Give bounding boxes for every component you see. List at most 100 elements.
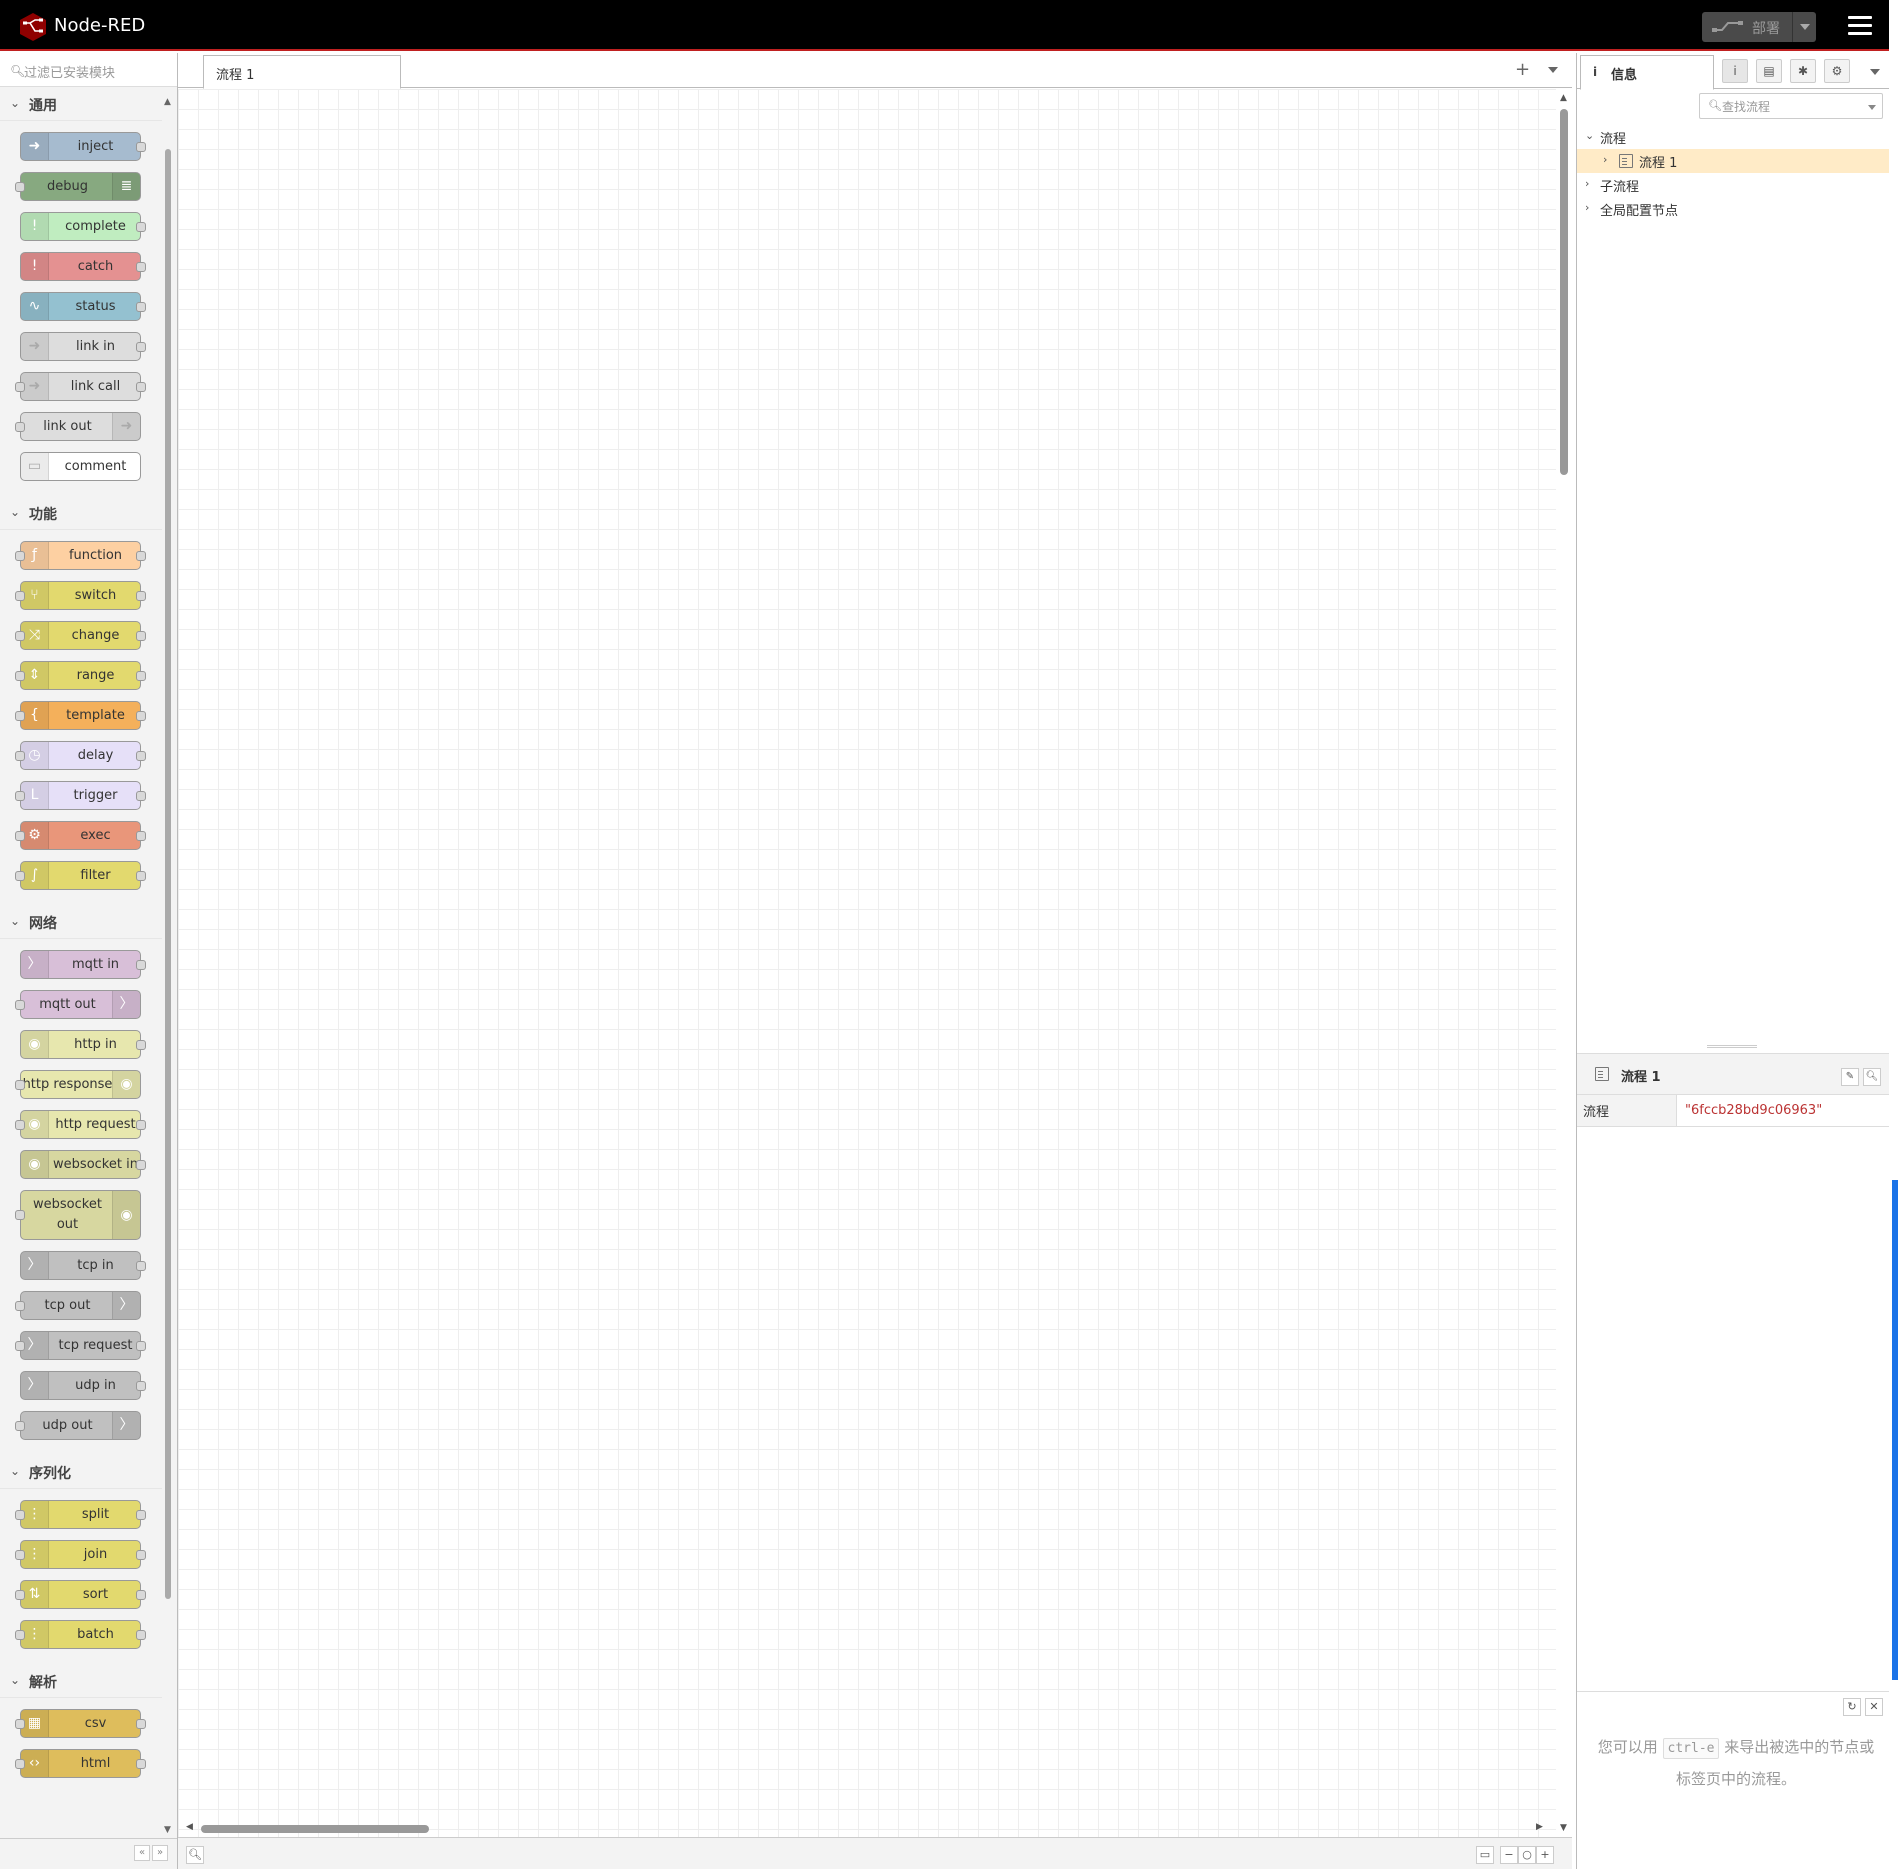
find-flows-input[interactable]: 🔍︎ 查找流程 (1699, 93, 1883, 119)
palette-node-csv[interactable]: ▦ csv (15, 1709, 146, 1738)
split-icon: ⋮ (21, 1501, 49, 1528)
palette-node-html[interactable]: ‹› html (15, 1749, 146, 1778)
output-port (136, 1119, 146, 1130)
palette-node-catch[interactable]: ! catch (20, 252, 146, 281)
palette-scrollbar[interactable]: ▲ ▼ (164, 97, 172, 1837)
palette-node-inject[interactable]: ➜ inject (20, 132, 146, 161)
chevron-down-icon: ⌄ (10, 96, 21, 110)
palette-node-split[interactable]: ⋮ split (15, 1500, 146, 1529)
palette-node-sort[interactable]: ⇅ sort (15, 1580, 146, 1609)
tab-flow-1[interactable]: 流程 1 (203, 55, 401, 89)
palette-node-tcp-out[interactable]: 〉 tcp out (15, 1291, 141, 1320)
close-icon[interactable]: ✕ (1865, 1698, 1883, 1716)
palette-node-websocket-in[interactable]: ◉ websocket in (20, 1150, 146, 1179)
node-label: debug (47, 179, 88, 194)
collapse-all-icon[interactable]: « (134, 1845, 150, 1861)
palette-category-header[interactable]: ⌄ 网络 (0, 905, 162, 939)
palette-node-complete[interactable]: ! complete (20, 212, 146, 241)
node-label: link call (70, 379, 121, 394)
find-flows-placeholder: 查找流程 (1722, 100, 1771, 114)
palette-node-filter[interactable]: ∫ filter (15, 861, 146, 890)
tab-list-caret-icon[interactable] (1548, 67, 1558, 73)
palette-node-websocket-out[interactable]: ◉ websocket out (15, 1190, 141, 1240)
palette-node-debug[interactable]: ≣ debug (15, 172, 141, 201)
palette-node-link-call[interactable]: ➜ link call (15, 372, 146, 401)
palette-node-tcp-in[interactable]: 〉 tcp in (20, 1251, 146, 1280)
tree-item-subflows[interactable]: › 子流程 (1577, 173, 1890, 197)
palette-scroll-thumb[interactable] (165, 149, 171, 1599)
navigator-map-icon[interactable]: ▭ (1476, 1846, 1494, 1864)
palette-node-http-in[interactable]: ◉ http in (20, 1030, 146, 1059)
input-port (15, 790, 25, 801)
chevron-down-icon: ⌄ (10, 914, 21, 928)
palette-node-mqtt-out[interactable]: 〉 mqtt out (15, 990, 141, 1019)
palette-node-function[interactable]: ƒ function (15, 541, 146, 570)
palette-node-link-out[interactable]: ➜ link out (15, 412, 141, 441)
palette-category-header[interactable]: ⌄ 功能 (0, 496, 162, 530)
palette-node-comment[interactable]: ▭ comment (20, 452, 141, 481)
info-tab-icon[interactable]: i (1722, 59, 1748, 83)
canvas-horizontal-scrollbar[interactable]: ◀ ▶ (178, 1819, 1556, 1837)
palette-node-link-in[interactable]: ➜ link in (20, 332, 146, 361)
palette-node-delay[interactable]: ◷ delay (15, 741, 146, 770)
palette-node-http-response[interactable]: ◉ http response (15, 1070, 141, 1099)
output-port (136, 1758, 146, 1769)
refresh-icon[interactable]: ↻ (1843, 1698, 1861, 1716)
palette-node-http-request[interactable]: ◉ http request (15, 1110, 146, 1139)
palette-node-batch[interactable]: ⋮ batch (15, 1620, 146, 1649)
palette-node-range[interactable]: ⇕ range (15, 661, 146, 690)
expand-all-icon[interactable]: » (152, 1845, 168, 1861)
palette-category-header[interactable]: ⌄ 通用 (0, 87, 162, 121)
input-port (15, 181, 25, 192)
signal-icon: 〉 (21, 1372, 49, 1399)
search-options-caret-icon[interactable] (1868, 105, 1876, 110)
zoom-out-icon[interactable]: − (1500, 1846, 1518, 1864)
deploy-menu-caret-icon[interactable] (1800, 24, 1810, 30)
palette-node-change[interactable]: ⤨ change (15, 621, 146, 650)
tree-item-flow-1[interactable]: › 流程 1 (1577, 149, 1890, 173)
palette-search-input[interactable]: 🔍︎ 过滤已安装模块 (0, 53, 177, 87)
sidebar-splitter[interactable] (1707, 1045, 1757, 1048)
deploy-button[interactable]: 部署 (1702, 12, 1816, 42)
palette-node-udp-out[interactable]: 〉 udp out (15, 1411, 141, 1440)
zoom-reset-icon[interactable]: ○ (1518, 1846, 1536, 1864)
search-icon[interactable]: 🔍︎ (1863, 1068, 1881, 1086)
canvas-hscroll-thumb[interactable] (201, 1825, 429, 1833)
flow-canvas[interactable] (178, 89, 1556, 1837)
canvas-vertical-scrollbar[interactable]: ▲ ▼ (1556, 89, 1572, 1837)
edit-icon[interactable]: ✎ (1841, 1068, 1859, 1086)
palette-node-exec[interactable]: ⚙ exec (15, 821, 146, 850)
palette-node-status[interactable]: ∿ status (20, 292, 146, 321)
palette-node-switch[interactable]: ⑂ switch (15, 581, 146, 610)
tab-info[interactable]: i 信息 (1580, 55, 1714, 90)
signal-icon: 〉 (21, 951, 49, 978)
zoom-in-icon[interactable]: + (1536, 1846, 1554, 1864)
canvas-vscroll-thumb[interactable] (1560, 109, 1568, 475)
palette-node-udp-in[interactable]: 〉 udp in (20, 1371, 146, 1400)
help-book-icon[interactable]: ▤ (1756, 59, 1782, 83)
chevron-right-icon: › (1585, 201, 1590, 214)
tree-item-global-config[interactable]: › 全局配置节点 (1577, 197, 1890, 221)
tree-item-flows[interactable]: ⌄ 流程 (1577, 125, 1890, 149)
sidebar-tabs-caret-icon[interactable] (1870, 69, 1880, 75)
palette-node-tcp-request[interactable]: 〉 tcp request (15, 1331, 146, 1360)
input-port (15, 590, 25, 601)
palette-category-header[interactable]: ⌄ 解析 (0, 1664, 162, 1698)
output-port (136, 1039, 146, 1050)
main-menu-button[interactable] (1848, 16, 1872, 36)
link-icon: ➜ (112, 413, 140, 440)
input-port (15, 630, 25, 641)
node-label: filter (80, 868, 111, 883)
tree-label: 流程 (1600, 132, 1627, 147)
config-gear-icon[interactable]: ⚙ (1824, 59, 1850, 83)
debug-bug-icon[interactable]: ✱ (1790, 59, 1816, 83)
palette-category-header[interactable]: ⌄ 序列化 (0, 1455, 162, 1489)
palette-node-template[interactable]: {template (15, 701, 146, 730)
search-flows-icon[interactable]: 🔍︎ (186, 1846, 204, 1864)
palette-node-join[interactable]: ⋮ join (15, 1540, 146, 1569)
palette-node-trigger[interactable]: Ltrigger (15, 781, 146, 810)
node-label: split (81, 1507, 110, 1522)
palette-node-mqtt-in[interactable]: 〉 mqtt in (20, 950, 146, 979)
info-header: 流程 1 ✎ 🔍︎ (1577, 1053, 1890, 1095)
add-flow-icon[interactable]: + (1515, 59, 1530, 80)
